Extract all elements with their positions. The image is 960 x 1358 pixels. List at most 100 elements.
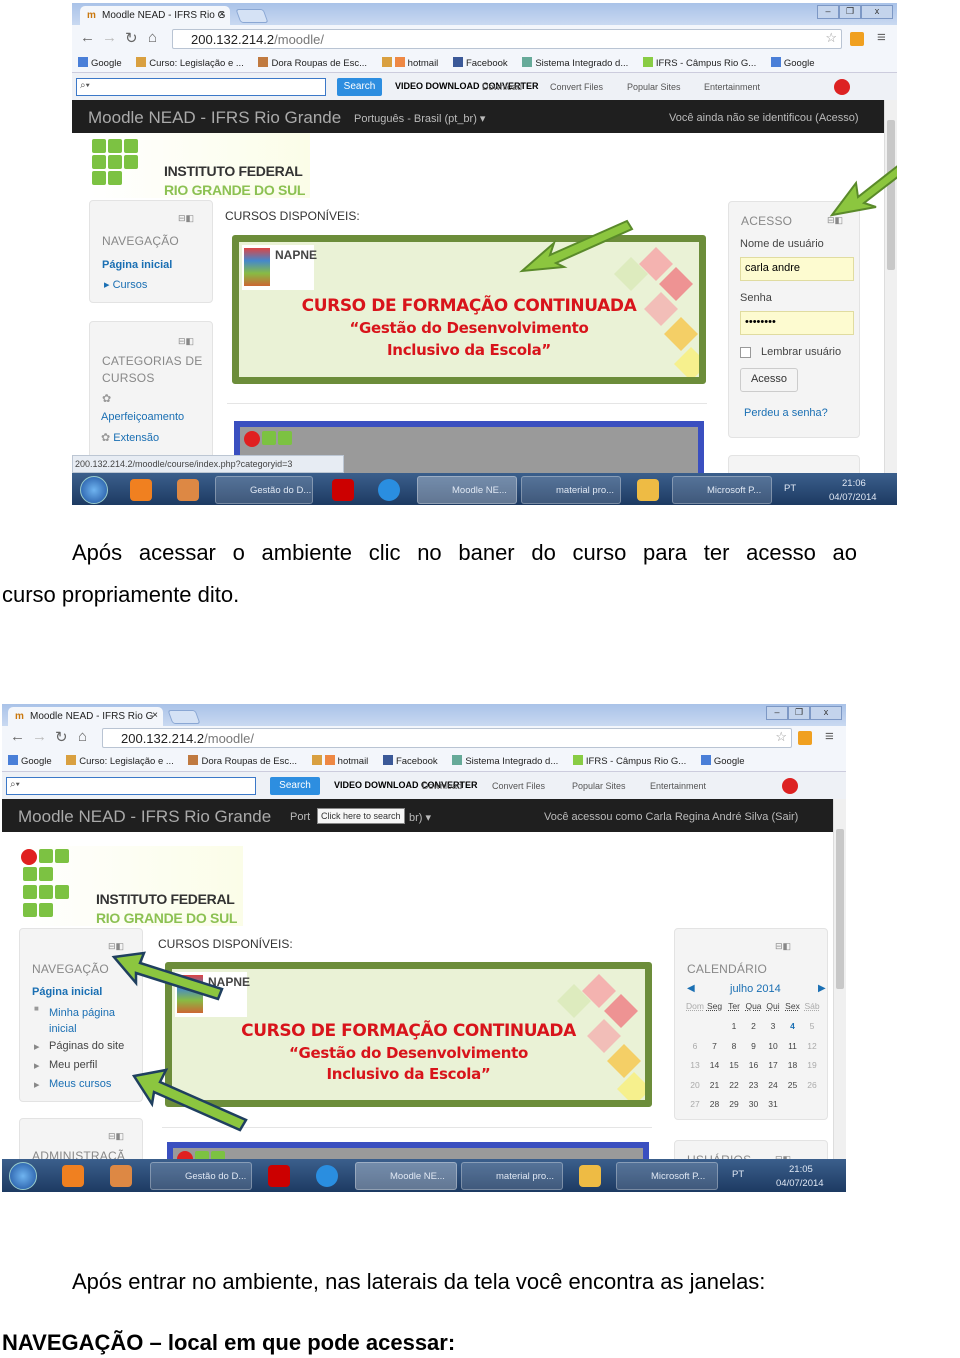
- language-menu[interactable]: Português - Brasil (pt_br) ▾: [354, 112, 485, 125]
- login-button[interactable]: Acesso: [740, 368, 798, 392]
- new-tab-button[interactable]: [167, 710, 201, 724]
- expand-icon[interactable]: ▸: [34, 1040, 40, 1053]
- calendar-day[interactable]: 27: [685, 1099, 705, 1109]
- toolbar-search-input[interactable]: ⌕▾: [76, 78, 326, 96]
- block-controls-icon[interactable]: ⊟◧: [178, 213, 194, 224]
- calendar-day[interactable]: 31: [763, 1099, 783, 1109]
- calendar-day[interactable]: 4: [783, 1021, 803, 1031]
- toolbar-search-button[interactable]: Search: [270, 777, 320, 795]
- calendar-day[interactable]: 8: [724, 1041, 744, 1051]
- calendar-day[interactable]: 9: [744, 1041, 764, 1051]
- toolbar-search-input[interactable]: ⌕▾: [6, 777, 256, 795]
- calendar-day[interactable]: 24: [763, 1080, 783, 1090]
- back-icon[interactable]: ←: [80, 29, 95, 46]
- bookmark[interactable]: Dora Roupas de Esc...: [188, 755, 297, 767]
- forgot-password-link[interactable]: Perdeu a senha?: [744, 407, 828, 419]
- download-extension-icon[interactable]: [850, 32, 864, 46]
- calendar-day[interactable]: 21: [705, 1080, 725, 1090]
- calendar-day[interactable]: 5: [802, 1021, 822, 1031]
- download-button[interactable]: Download: [482, 82, 522, 92]
- clock-date[interactable]: 04/07/2014: [829, 492, 877, 503]
- bookmark[interactable]: Google: [700, 755, 745, 767]
- toolbar-search-button[interactable]: Search: [337, 78, 382, 96]
- language-indicator[interactable]: PT: [784, 483, 796, 494]
- calendar-day[interactable]: 28: [705, 1099, 725, 1109]
- block-controls-icon[interactable]: ⊟◧: [178, 336, 194, 347]
- convert-files-button[interactable]: Convert Files: [492, 781, 545, 791]
- calendar-day[interactable]: 20: [685, 1080, 705, 1090]
- calendar-day[interactable]: 30: [744, 1099, 764, 1109]
- download-button[interactable]: Download: [422, 781, 462, 791]
- category-link[interactable]: ✿ Extensão: [101, 431, 159, 444]
- next-month-icon[interactable]: ▶: [818, 983, 826, 994]
- nav-my-courses[interactable]: Meus cursos: [49, 1078, 111, 1090]
- home-icon[interactable]: ⌂: [78, 728, 87, 745]
- block-controls-icon[interactable]: ⊟◧: [108, 1131, 124, 1142]
- taskbar-folder[interactable]: material pro...: [521, 476, 621, 504]
- bookmark[interactable]: IFRS - Câmpus Rio G...: [572, 755, 686, 767]
- maximize-button[interactable]: ❐: [839, 5, 861, 19]
- calendar-month[interactable]: julho 2014: [730, 983, 781, 995]
- calendar-day[interactable]: 10: [763, 1041, 783, 1051]
- nav-my-home-link[interactable]: Minha página inicial: [49, 1005, 129, 1037]
- taskbar-word[interactable]: Gestão do D...: [150, 1162, 252, 1190]
- calendar-day[interactable]: 1: [724, 1021, 744, 1031]
- bookmark[interactable]: Sistema Integrado d...: [522, 57, 628, 69]
- start-button[interactable]: [80, 476, 108, 504]
- url-input[interactable]: 200.132.214.2/moodle/ ☆: [172, 29, 842, 49]
- bookmark[interactable]: Facebook: [382, 755, 438, 767]
- calendar-day[interactable]: 15: [724, 1060, 744, 1070]
- url-input[interactable]: 200.132.214.2/moodle/ ☆: [102, 728, 792, 748]
- popular-sites-button[interactable]: Popular Sites: [627, 82, 681, 92]
- close-tab-icon[interactable]: ×: [219, 9, 225, 20]
- language-indicator[interactable]: PT: [732, 1169, 744, 1180]
- media-player-icon[interactable]: [62, 1165, 84, 1187]
- taskbar-powerpoint[interactable]: Microsoft P...: [672, 476, 772, 504]
- expand-icon[interactable]: ▸: [34, 1078, 40, 1091]
- app-icon[interactable]: [177, 479, 199, 501]
- bookmark[interactable]: hotmail: [311, 755, 368, 767]
- calendar-day[interactable]: 22: [724, 1080, 744, 1090]
- forward-icon[interactable]: →: [102, 29, 117, 46]
- calendar-day[interactable]: 3: [763, 1021, 783, 1031]
- ie-icon[interactable]: [378, 479, 400, 501]
- taskbar-word[interactable]: Gestão do D...: [215, 476, 313, 504]
- browser-tab[interactable]: m Moodle NEAD - IFRS Rio G ×: [8, 707, 163, 726]
- calendar-day[interactable]: 18: [783, 1060, 803, 1070]
- bookmark[interactable]: Google: [8, 755, 52, 767]
- language-menu[interactable]: Port: [290, 811, 310, 823]
- close-window-button[interactable]: x: [810, 706, 842, 720]
- start-button[interactable]: [9, 1162, 37, 1190]
- minimize-button[interactable]: –: [766, 706, 788, 720]
- minimize-button[interactable]: –: [817, 5, 839, 19]
- bookmark[interactable]: Google: [78, 57, 122, 69]
- calendar-day[interactable]: 19: [802, 1060, 822, 1070]
- network-icon[interactable]: [579, 1165, 601, 1187]
- bookmark[interactable]: Curso: Legislação e ...: [136, 57, 244, 69]
- popular-sites-button[interactable]: Popular Sites: [572, 781, 626, 791]
- calendar-day[interactable]: 14: [705, 1060, 725, 1070]
- pdf-icon[interactable]: [268, 1165, 290, 1187]
- app-icon[interactable]: [110, 1165, 132, 1187]
- bookmark[interactable]: Facebook: [452, 57, 508, 69]
- site-title[interactable]: Moodle NEAD - IFRS Rio Grande: [18, 807, 271, 827]
- forward-icon[interactable]: →: [32, 728, 47, 745]
- convert-files-button[interactable]: Convert Files: [550, 82, 603, 92]
- calendar-day[interactable]: 23: [744, 1080, 764, 1090]
- taskbar-chrome[interactable]: Moodle NE...: [417, 476, 517, 504]
- reload-icon[interactable]: ↻: [55, 728, 68, 746]
- username-input[interactable]: carla andre: [740, 257, 854, 281]
- media-player-icon[interactable]: [130, 479, 152, 501]
- nav-home-link[interactable]: Página inicial: [32, 986, 102, 998]
- calendar-day[interactable]: 13: [685, 1060, 705, 1070]
- page-scrollbar[interactable]: [833, 799, 846, 1159]
- ask-icon[interactable]: [834, 79, 850, 95]
- close-window-button[interactable]: x: [861, 5, 893, 19]
- prev-month-icon[interactable]: ◀: [687, 983, 695, 994]
- maximize-button[interactable]: ❐: [788, 706, 810, 720]
- bookmark[interactable]: IFRS - Câmpus Rio G...: [642, 57, 756, 69]
- reload-icon[interactable]: ↻: [125, 29, 138, 47]
- home-icon[interactable]: ⌂: [148, 29, 157, 46]
- course-banner-2[interactable]: [167, 1142, 649, 1167]
- calendar-day[interactable]: 12: [802, 1041, 822, 1051]
